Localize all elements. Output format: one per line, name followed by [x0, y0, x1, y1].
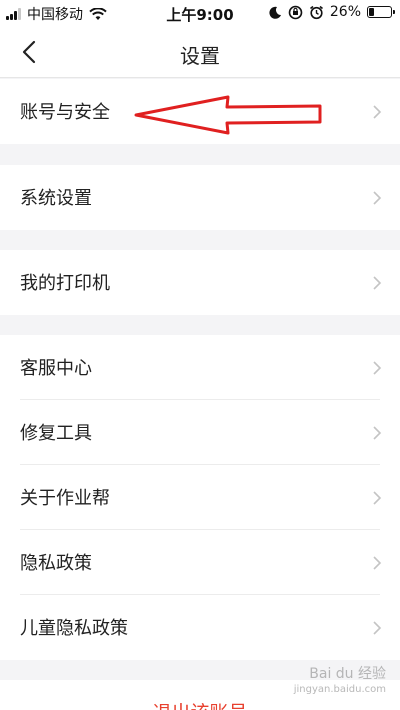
settings-item-label: 儿童隐私政策 [20, 618, 128, 639]
settings-group-system: 系统设置 [0, 165, 400, 230]
red-arrow-icon [134, 95, 322, 135]
settings-item-about[interactable]: 关于作业帮 [0, 465, 400, 530]
settings-group-printer: 我的打印机 [0, 250, 400, 315]
settings-item-label: 账号与安全 [20, 102, 110, 123]
settings-item-repair-tool[interactable]: 修复工具 [0, 400, 400, 465]
chevron-right-icon [373, 105, 382, 119]
settings-item-child-privacy-policy[interactable]: 儿童隐私政策 [0, 595, 400, 660]
chevron-right-icon [373, 621, 382, 635]
watermark: Bai du 经验 jingyan.baidu.com [294, 666, 386, 698]
status-bar: 中国移动 上午9:00 26% [0, 0, 400, 26]
chevron-right-icon [373, 276, 382, 290]
battery-percent: 26% [329, 4, 361, 20]
orientation-lock-icon [288, 5, 303, 19]
settings-item-privacy-policy[interactable]: 隐私政策 [0, 530, 400, 595]
chevron-right-icon [373, 191, 382, 205]
settings-group-support: 客服中心 修复工具 关于作业帮 隐私政策 儿童隐私政策 [0, 335, 400, 660]
chevron-right-icon [373, 426, 382, 440]
settings-item-label: 客服中心 [20, 358, 92, 379]
settings-item-system-settings[interactable]: 系统设置 [0, 165, 400, 230]
settings-item-label: 修复工具 [20, 423, 92, 444]
settings-item-my-printer[interactable]: 我的打印机 [0, 250, 400, 315]
chevron-right-icon [373, 361, 382, 375]
page-title: 设置 [180, 44, 220, 68]
settings-item-label: 我的打印机 [20, 273, 110, 294]
logout-label: 退出该账号 [0, 698, 400, 710]
settings-item-label: 系统设置 [20, 188, 92, 209]
watermark-text: Bai du 经验 [309, 666, 386, 682]
alarm-icon [309, 5, 323, 19]
settings-item-customer-service[interactable]: 客服中心 [0, 335, 400, 400]
settings-item-label: 隐私政策 [20, 553, 92, 574]
moon-icon [269, 6, 281, 19]
chevron-right-icon [373, 491, 382, 505]
battery-icon [367, 6, 395, 18]
watermark-subtext: jingyan.baidu.com [293, 684, 386, 695]
settings-item-label: 关于作业帮 [20, 488, 110, 509]
nav-bar: 设置 [0, 26, 400, 78]
chevron-right-icon [373, 556, 382, 570]
